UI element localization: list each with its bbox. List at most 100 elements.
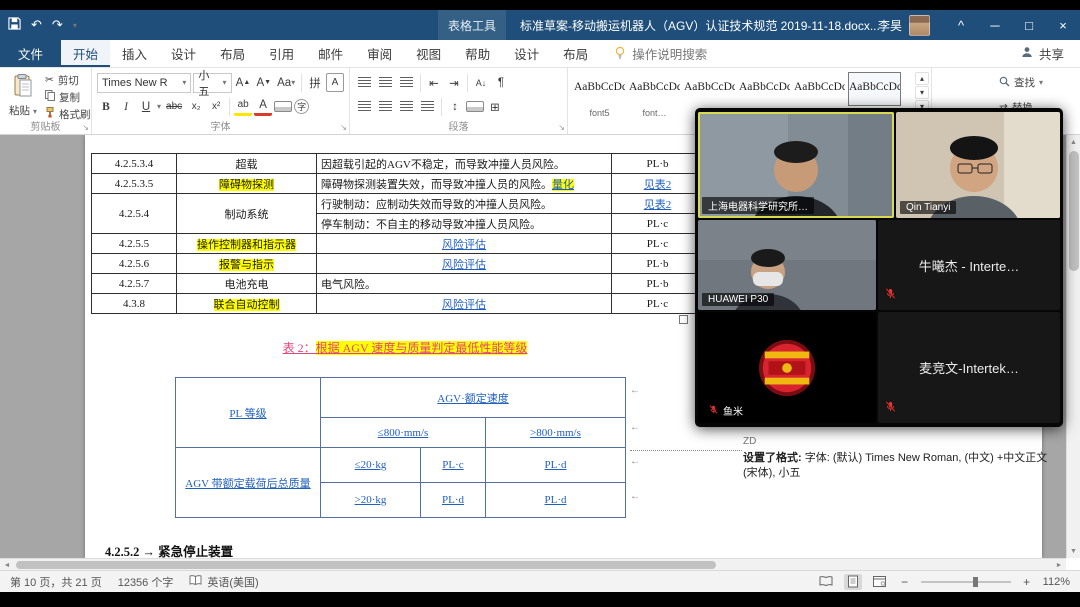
tab-mailings[interactable]: 邮件: [306, 40, 355, 67]
scroll-down-icon[interactable]: ▼: [1067, 544, 1080, 558]
tab-layout[interactable]: 布局: [208, 40, 257, 67]
increase-indent-button[interactable]: ⇥: [445, 73, 463, 92]
participant-tile[interactable]: HUAWEI P30: [698, 220, 876, 310]
minimize-button[interactable]: ─: [978, 10, 1012, 40]
style-item[interactable]: AaBbCcDdEe: [683, 72, 736, 106]
style-item[interactable]: AaBbCcDc: [573, 72, 626, 106]
character-shading-button[interactable]: [274, 101, 292, 112]
maximize-button[interactable]: □: [1012, 10, 1046, 40]
table2-caption[interactable]: 表 2：根据 AGV 速度与质量判定最低性能等级: [175, 339, 635, 356]
print-layout-button[interactable]: [844, 574, 862, 590]
zoom-out-button[interactable]: −: [898, 575, 912, 589]
gallery-down-icon[interactable]: ▾: [915, 86, 929, 99]
italic-button[interactable]: I: [117, 97, 135, 116]
tab-file[interactable]: 文件: [0, 40, 61, 67]
table-resize-handle[interactable]: [679, 315, 688, 324]
font-family-select[interactable]: Times New R▾: [97, 73, 191, 93]
change-case-button[interactable]: Aa▾: [275, 73, 297, 92]
ribbon-display-options-button[interactable]: ^: [944, 10, 978, 40]
bullet-list-button[interactable]: [355, 73, 374, 92]
gallery-up-icon[interactable]: ▴: [915, 72, 929, 85]
page-indicator[interactable]: 第 10 页，共 21 页: [10, 574, 102, 590]
decrease-indent-button[interactable]: ⇤: [425, 73, 443, 92]
zoom-slider[interactable]: [921, 581, 1011, 583]
font-dialog-launcher[interactable]: ↘: [340, 123, 347, 132]
style-item[interactable]: AaBbCcDc: [793, 72, 846, 106]
tab-design[interactable]: 设计: [159, 40, 208, 67]
align-right-button[interactable]: [397, 97, 416, 116]
shading-button[interactable]: [466, 101, 484, 112]
zoom-level[interactable]: 112%: [1043, 576, 1070, 588]
zoom-in-button[interactable]: +: [1020, 575, 1034, 589]
shrink-font-button[interactable]: A▼: [254, 73, 273, 92]
read-mode-button[interactable]: [817, 574, 835, 590]
participant-tile[interactable]: 麦竞文-Intertek…: [878, 312, 1060, 423]
tab-help[interactable]: 帮助: [453, 40, 502, 67]
vertical-scrollbar[interactable]: ▲ ▼: [1066, 135, 1080, 558]
undo-icon[interactable]: ↶: [31, 17, 42, 33]
phonetic-guide-button[interactable]: 拼: [306, 73, 324, 92]
bold-button[interactable]: B: [97, 97, 115, 116]
sort-button[interactable]: A↓: [472, 73, 490, 92]
video-conference-overlay[interactable]: 上海电器科学研究所… Qin Tianyi HUAWEI P30: [695, 108, 1063, 427]
word-count[interactable]: 12356 个字: [118, 574, 174, 590]
line-spacing-button[interactable]: ↕: [446, 97, 464, 116]
section-heading[interactable]: 4.2.5.2 → 紧急停止装置: [105, 541, 233, 558]
font-size-select[interactable]: 小五▾: [193, 73, 231, 93]
horizontal-scrollbar[interactable]: ◄ ►: [0, 558, 1066, 570]
save-icon[interactable]: [8, 17, 21, 33]
show-marks-button[interactable]: ¶: [492, 73, 510, 92]
tab-insert[interactable]: 插入: [110, 40, 159, 67]
style-item[interactable]: AaBbCcDdEe: [738, 72, 791, 106]
tab-review[interactable]: 审阅: [355, 40, 404, 67]
subscript-button[interactable]: x₂: [187, 97, 205, 116]
cut-button[interactable]: ✂剪切: [45, 72, 86, 88]
horizontal-scroll-thumb[interactable]: [16, 561, 716, 569]
revision-comment[interactable]: ZD 设置了格式: 字体: (默认) Times New Roman, (中文)…: [743, 435, 1048, 482]
borders-button[interactable]: ⊞: [486, 97, 504, 116]
comment-action: 设置了格式:: [743, 452, 802, 464]
clipboard-dialog-launcher[interactable]: ↘: [82, 123, 89, 132]
copy-button[interactable]: 复制: [45, 89, 86, 105]
underline-caret-icon[interactable]: ▾: [157, 102, 161, 111]
tab-home[interactable]: 开始: [61, 40, 110, 67]
style-item[interactable]: AaBbCcDdI: [628, 72, 681, 106]
multilevel-list-button[interactable]: [397, 73, 416, 92]
user-name[interactable]: 李昊: [878, 17, 902, 34]
paragraph-dialog-launcher[interactable]: ↘: [558, 123, 565, 132]
redo-icon[interactable]: ↷: [52, 17, 63, 33]
participant-tile-active-speaker[interactable]: 上海电器科学研究所…: [698, 112, 894, 218]
justify-button[interactable]: [418, 97, 437, 116]
tell-me-search[interactable]: 操作说明搜索: [600, 40, 721, 67]
enclose-characters-button[interactable]: 字: [294, 99, 309, 114]
character-border-button[interactable]: A: [326, 73, 344, 92]
find-button[interactable]: 查找 ▾: [999, 75, 1043, 91]
superscript-button[interactable]: x²: [207, 97, 225, 116]
language-indicator[interactable]: 英语(美国): [189, 574, 258, 590]
participant-tile[interactable]: Qin Tianyi: [896, 112, 1060, 218]
tab-view[interactable]: 视图: [404, 40, 453, 67]
share-button[interactable]: 共享: [1005, 40, 1080, 67]
scroll-up-icon[interactable]: ▲: [1067, 135, 1080, 149]
style-item-selected[interactable]: AaBbCcDc: [848, 72, 901, 106]
qat-customize-icon[interactable]: ▾: [73, 21, 77, 30]
user-avatar[interactable]: [909, 15, 930, 36]
align-center-button[interactable]: [376, 97, 395, 116]
paste-button[interactable]: 粘贴 ▾: [5, 72, 41, 120]
tab-table-layout[interactable]: 布局: [551, 40, 600, 67]
strikethrough-button[interactable]: abc: [163, 97, 185, 116]
web-layout-button[interactable]: [871, 574, 889, 590]
close-button[interactable]: ×: [1046, 10, 1080, 40]
tab-table-design[interactable]: 设计: [502, 40, 551, 67]
underline-button[interactable]: U: [137, 97, 155, 116]
zoom-slider-thumb[interactable]: [973, 577, 978, 587]
grow-font-button[interactable]: A▲: [234, 73, 253, 92]
text-highlight-button[interactable]: ab: [234, 97, 252, 116]
participant-tile[interactable]: 鱼米: [698, 312, 876, 423]
vertical-scroll-thumb[interactable]: [1069, 151, 1079, 271]
font-color-button[interactable]: A: [254, 97, 272, 116]
participant-tile[interactable]: 牛曦杰 - Interte…: [878, 220, 1060, 310]
align-left-button[interactable]: [355, 97, 374, 116]
tab-references[interactable]: 引用: [257, 40, 306, 67]
numbered-list-button[interactable]: [376, 73, 395, 92]
